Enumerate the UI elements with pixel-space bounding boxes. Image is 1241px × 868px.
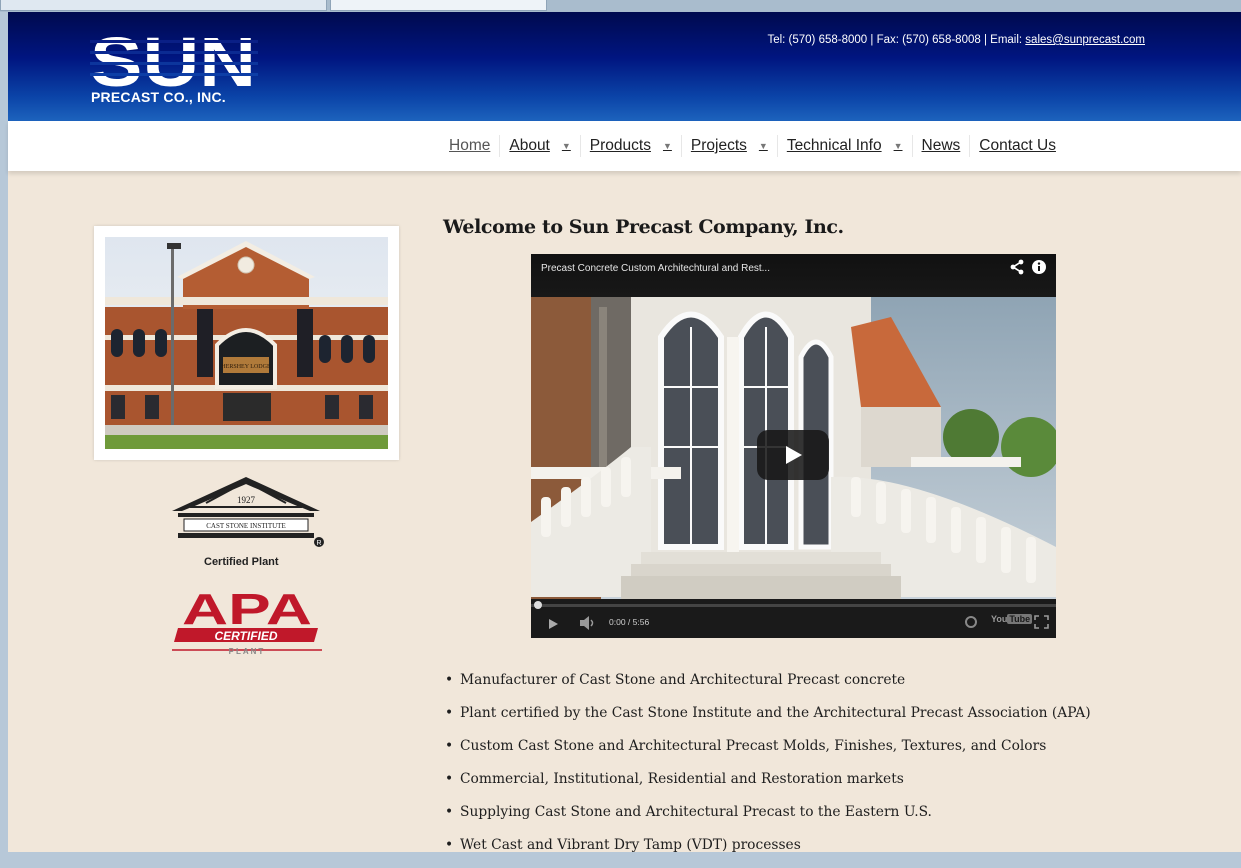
csi-year: 1927 [237,495,256,505]
feature-text: Supplying Cast Stone and Architectural P… [460,804,932,820]
browser-tab-strip [0,0,1241,12]
nav-contact-us[interactable]: Contact Us [970,135,1065,157]
contact-phone-fax: Tel: (570) 658-8000 | Fax: (570) 658-800… [767,34,1023,46]
nav-label: Projects [690,137,747,154]
apa-footer: PLANT [229,647,266,656]
feature-text: Commercial, Institutional, Residential a… [460,771,904,787]
feature-item: • Manufacturer of Cast Stone and Architec… [445,670,1091,703]
page-title: Welcome to Sun Precast Company, Inc. [443,216,844,238]
bullet: • [445,672,454,688]
bullet: • [445,771,454,787]
youtube-label-tube: Tube [1007,614,1033,624]
apa-certified-plant-logo: APA CERTIFIED PLANT [168,584,326,656]
site-header: SUN PRECAST CO., INC. Tel: (570) 658-800… [8,12,1241,121]
apa-logo-graphic: APA CERTIFIED PLANT [172,585,322,656]
play-icon[interactable] [549,619,558,629]
feature-text: Manufacturer of Cast Stone and Architect… [460,672,906,688]
video-player[interactable]: Precast Concrete Custom Architechtural a… [531,254,1056,638]
browser-tab-active[interactable] [330,0,547,11]
feature-item: • Supplying Cast Stone and Architectural … [445,802,1091,835]
youtube-label-you: You [991,614,1008,624]
main-nav: Home About ▼ Products ▼ Projects ▼ Techn… [8,121,1241,171]
video-title-bar: Precast Concrete Custom Architechtural a… [531,254,1056,297]
sun-wordmark: SUN [90,32,258,90]
dropdown-arrow-icon[interactable]: ▼ [894,141,903,151]
feature-item: • Plant certified by the Cast Stone Insti… [445,703,1091,736]
video-controls: 0:00 / 5:56 You Tube [531,599,1056,638]
nav-label: About [509,137,550,154]
nav-label: Contact Us [979,137,1056,154]
bullet: • [445,804,454,820]
video-time: 0:00 / 5:56 [609,617,650,627]
bullet: • [445,738,454,754]
nav-about[interactable]: About ▼ [500,135,581,157]
nav-label: Products [589,137,651,154]
video-title[interactable]: Precast Concrete Custom Architechtural a… [541,263,770,274]
bullet: • [445,705,454,721]
bullet: • [445,837,454,853]
dropdown-arrow-icon[interactable]: ▼ [663,141,672,151]
dropdown-arrow-icon[interactable]: ▼ [759,141,768,151]
feature-item: • Commercial, Institutional, Residential … [445,769,1091,802]
nav-home[interactable]: Home [440,135,501,157]
share-icon[interactable] [1009,259,1025,275]
photo-sign-text: HERSHEY LODGE [221,364,271,370]
email-link[interactable]: sales@sunprecast.com [1025,34,1145,46]
nav-label: Home [449,137,491,154]
progress-bar[interactable] [531,601,1056,609]
cast-stone-institute-logo: 1927 CAST STONE INSTITUTE R [166,473,326,551]
logo-subtitle: PRECAST CO., INC. [91,89,226,105]
feature-text: Plant certified by the Cast Stone Instit… [460,705,1091,721]
feature-item: • Custom Cast Stone and Architectural Pre… [445,736,1091,769]
certified-plant-label: Certified Plant [204,556,279,568]
browser-tab[interactable] [0,0,327,11]
apa-letters: APA [182,585,312,634]
web-page: SUN PRECAST CO., INC. Tel: (570) 658-800… [8,12,1241,853]
nav-projects[interactable]: Projects ▼ [682,135,778,157]
dropdown-arrow-icon[interactable]: ▼ [562,141,571,151]
building-photo-frame: HERSHEY LODGE [94,226,399,460]
volume-icon[interactable] [580,616,598,630]
svg-text:R: R [316,540,321,547]
feature-text: Custom Cast Stone and Architectural Prec… [460,738,1047,754]
nav-label: News [921,137,961,154]
csi-logo-graphic: 1927 CAST STONE INSTITUTE R [172,477,324,547]
contact-info: Tel: (570) 658-8000 | Fax: (570) 658-800… [767,34,1145,46]
scrub-knob[interactable] [534,601,542,609]
youtube-logo[interactable]: You Tube [991,614,1033,630]
feature-list: • Manufacturer of Cast Stone and Architec… [445,670,1091,868]
settings-gear-icon[interactable] [965,616,977,628]
sun-precast-logo[interactable]: SUN PRECAST CO., INC. [90,32,270,108]
nav-technical-info[interactable]: Technical Info ▼ [778,135,913,157]
info-icon[interactable] [1031,259,1047,275]
nav-products[interactable]: Products ▼ [581,135,682,157]
play-button[interactable] [757,430,829,480]
building-photo: HERSHEY LODGE [105,237,388,449]
csi-name: CAST STONE INSTITUTE [206,522,285,530]
apa-banner: CERTIFIED [214,629,277,643]
nav-label: Technical Info [786,137,882,154]
feature-text: Wet Cast and Vibrant Dry Tamp (VDT) proc… [460,837,801,853]
nav-news[interactable]: News [913,135,971,157]
nav-items: Home About ▼ Products ▼ Projects ▼ Techn… [440,135,1065,157]
fullscreen-icon[interactable] [1034,615,1049,629]
